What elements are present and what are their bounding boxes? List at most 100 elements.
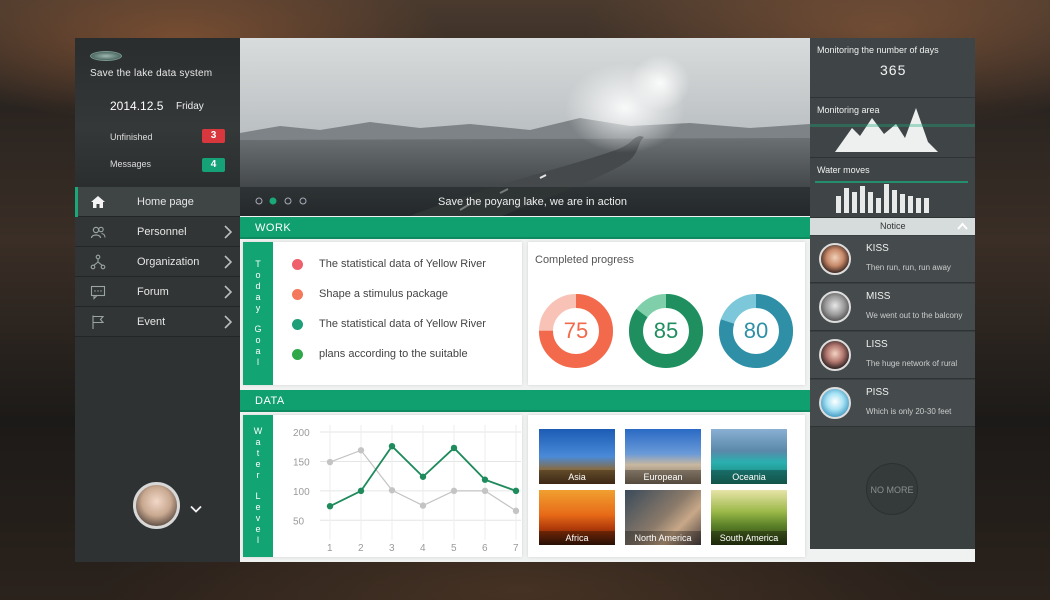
goal-item[interactable]: plans according to the suitable	[292, 346, 512, 362]
notice-message: Which is only 20-30 feet	[866, 407, 952, 416]
tab-letter	[257, 314, 260, 324]
notice-name: MISS	[866, 291, 891, 302]
x-tick-label: 5	[451, 543, 457, 554]
data-point	[357, 487, 365, 495]
notice-message: Then run, run, run away	[866, 263, 951, 272]
notice-item[interactable]: KISS Then run, run, run away	[810, 236, 975, 283]
goal-text: Shape a stimulus package	[319, 288, 449, 300]
sidebar-item-personnel[interactable]: Personnel	[75, 217, 240, 247]
tab-letter: l	[257, 357, 259, 367]
goal-item[interactable]: The statistical data of Yellow River	[292, 256, 512, 272]
data-point	[326, 458, 334, 466]
monitor-days-title: Monitoring the number of days	[817, 45, 939, 55]
y-tick-label: 150	[293, 457, 310, 468]
data-point	[388, 442, 396, 450]
tab-letter: W	[253, 426, 263, 436]
goal-item[interactable]: Shape a stimulus package	[292, 286, 512, 302]
unfinished-badge[interactable]: 3	[202, 129, 225, 143]
region-asia[interactable]: Asia	[539, 429, 615, 484]
sidebar-item-home[interactable]: Home page	[75, 187, 240, 217]
date: 2014.12.5	[110, 99, 164, 113]
region-north-america[interactable]: North America	[625, 490, 701, 545]
tab-letter: d	[255, 281, 261, 291]
x-tick-label: 3	[389, 543, 395, 554]
tab-letter: G	[254, 324, 262, 334]
region-european[interactable]: European	[625, 429, 701, 484]
carousel-dots[interactable]	[254, 196, 314, 206]
water-level-chart: 50 100 150 200 1 2 3 4 5 6 7	[293, 425, 521, 554]
sidebar-item-event[interactable]: Event	[75, 307, 240, 337]
tab-letter: o	[255, 270, 261, 280]
sidebar-nav: Home page Personnel Organization Forum E…	[75, 187, 240, 337]
avatar	[819, 291, 851, 323]
region-oceania[interactable]: Oceania	[711, 429, 787, 484]
goal-dot	[292, 349, 303, 360]
banner-caption: Save the poyang lake, we are in action	[438, 196, 627, 208]
water-level-card: Water Level 50 100 150 200 1 2 3 4 5 6 7	[243, 415, 522, 557]
x-tick-label: 1	[327, 543, 333, 554]
organization-icon	[90, 254, 106, 270]
tab-letter: e	[255, 502, 261, 512]
progress-title: Completed progress	[535, 254, 635, 266]
home-icon	[91, 196, 105, 208]
data-point	[357, 447, 365, 454]
weekday: Friday	[176, 101, 204, 112]
goal-item[interactable]: The statistical data of Yellow River	[292, 316, 512, 332]
data-point	[419, 473, 427, 480]
chevron-up-icon[interactable]	[957, 222, 968, 230]
tab-letter: e	[255, 459, 261, 469]
data-section-bar: DATA	[240, 390, 810, 412]
region-africa[interactable]: Africa	[539, 490, 615, 545]
region-label: South America	[711, 531, 787, 545]
data-point	[512, 487, 520, 495]
user-avatar[interactable]	[133, 482, 180, 529]
region-label: Oceania	[711, 470, 787, 484]
y-tick-label: 100	[293, 487, 310, 498]
today-goal-tab: Today Goal	[243, 242, 273, 385]
region-south-america[interactable]: South America	[711, 490, 787, 545]
chevron-right-icon	[224, 285, 233, 299]
monitor-water: Water moves	[810, 158, 975, 218]
area-chart	[810, 108, 975, 152]
sidebar-item-organization[interactable]: Organization	[75, 247, 240, 277]
sidebar-item-forum[interactable]: Forum	[75, 277, 240, 307]
sidebar-item-label: Personnel	[137, 226, 187, 238]
sidebar-item-label: Organization	[137, 256, 200, 268]
data-point	[419, 502, 427, 509]
chevron-right-icon	[224, 255, 233, 269]
banner-carousel[interactable]: Save the poyang lake, we are in action	[240, 38, 810, 216]
region-label: European	[625, 470, 701, 484]
avatar	[819, 387, 851, 419]
progress-donut: 85	[628, 293, 704, 369]
donut-value: 80	[743, 318, 769, 343]
work-section-bar: WORK	[240, 217, 810, 239]
notice-name: KISS	[866, 243, 889, 254]
chevron-right-icon	[224, 225, 233, 239]
notice-item[interactable]: MISS We went out to the balcony	[810, 284, 975, 331]
tab-letter: a	[255, 437, 261, 447]
goal-dot	[292, 319, 303, 330]
tab-letter	[257, 481, 260, 491]
data-point	[450, 444, 458, 452]
goal-dot	[292, 289, 303, 300]
regions-card: Asia European Oceania Africa North Ameri…	[528, 415, 805, 557]
sidebar-item-label: Event	[137, 316, 166, 328]
donut-value: 85	[653, 318, 679, 343]
messages-badge[interactable]: 4	[202, 158, 225, 172]
work-section-title: WORK	[255, 222, 292, 234]
water-level-tab: Water Level	[243, 415, 273, 557]
chevron-down-icon[interactable]	[190, 505, 202, 513]
progress-donut: 80	[718, 293, 794, 369]
no-more-button[interactable]: NO MORE	[866, 463, 918, 515]
monitor-days-value: 365	[880, 62, 907, 78]
tab-letter: L	[255, 491, 261, 501]
data-section-title: DATA	[255, 395, 285, 407]
notice-item[interactable]: LISS The huge network of rural	[810, 332, 975, 379]
progress-donut: 75	[538, 293, 614, 369]
avatar	[819, 339, 851, 371]
region-label: North America	[625, 531, 701, 545]
chevron-right-icon	[224, 315, 233, 329]
goal-text: The statistical data of Yellow River	[319, 318, 486, 330]
notice-item[interactable]: PISS Which is only 20-30 feet	[810, 380, 975, 427]
logo-icon	[90, 51, 122, 61]
